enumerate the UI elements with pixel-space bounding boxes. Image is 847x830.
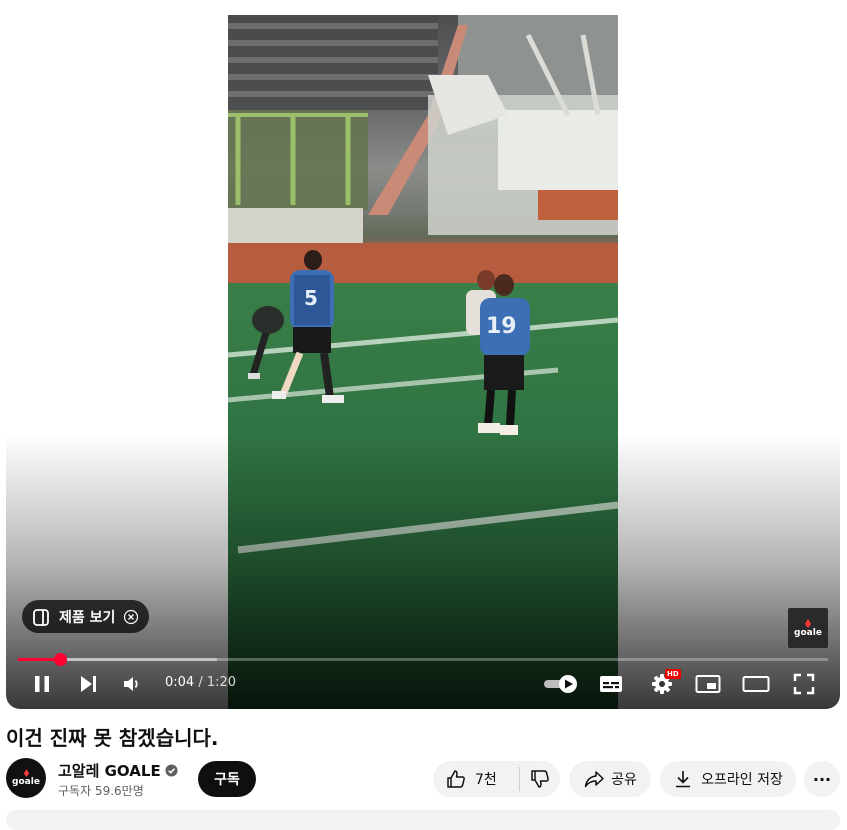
- hd-badge: HD: [665, 669, 681, 679]
- mute-button[interactable]: [120, 672, 144, 696]
- watermark-text: goale: [794, 627, 822, 638]
- like-count: 7천: [475, 772, 497, 788]
- pause-button[interactable]: [30, 672, 54, 696]
- download-label: 오프라인 저장: [701, 772, 783, 788]
- time-total: 1:20: [206, 675, 237, 690]
- channel-name-row[interactable]: 고알레 GOALE: [58, 760, 178, 781]
- next-icon: [81, 676, 96, 692]
- avatar-text: goale: [12, 777, 40, 787]
- subscribe-button[interactable]: 구독: [198, 761, 256, 797]
- progress-bar[interactable]: [18, 653, 828, 666]
- like-dislike-group: 7천: [433, 761, 560, 797]
- share-label: 공유: [611, 772, 637, 788]
- video-title: 이건 진짜 못 참겠습니다.: [6, 726, 219, 750]
- pause-icon: [35, 676, 49, 692]
- download-icon: [676, 771, 691, 788]
- autoplay-toggle-icon: [544, 675, 577, 693]
- description-box[interactable]: [6, 810, 840, 830]
- subscriber-count: 구독자 59.6만명: [58, 784, 144, 798]
- more-icon: ···: [812, 769, 832, 789]
- close-chip-icon[interactable]: [123, 609, 139, 625]
- video-player[interactable]: 5 19 제품 보기 goale 0:04 / 1:20 HD: [6, 0, 840, 709]
- channel-avatar[interactable]: goale: [6, 758, 46, 798]
- miniplayer-button[interactable]: [694, 672, 722, 696]
- theater-mode-button[interactable]: [741, 672, 771, 696]
- goale-flame-icon: [23, 769, 29, 777]
- channel-name[interactable]: 고알레 GOALE: [58, 760, 161, 781]
- download-button[interactable]: 오프라인 저장: [660, 761, 796, 797]
- thumbs-up-icon: [447, 770, 465, 788]
- dislike-button[interactable]: [520, 768, 560, 790]
- miniplayer-icon: [695, 675, 721, 693]
- more-actions-button[interactable]: ···: [804, 761, 840, 797]
- jersey-number-19: 19: [486, 314, 517, 339]
- shopping-bag-icon: [33, 608, 49, 626]
- product-chip-label: 제품 보기: [59, 609, 116, 626]
- captions-button[interactable]: [597, 672, 625, 696]
- goale-flame-icon: [805, 618, 811, 628]
- controls-gradient: [6, 434, 840, 709]
- time-display: 0:04 / 1:20: [165, 675, 236, 690]
- volume-icon: [124, 677, 138, 691]
- jersey-number-5: 5: [304, 286, 318, 310]
- share-arrow-icon: [584, 771, 604, 788]
- captions-icon: [600, 676, 622, 692]
- time-current: 0:04: [165, 675, 195, 690]
- channel-watermark[interactable]: goale: [788, 608, 828, 648]
- thumbs-down-icon: [531, 770, 549, 788]
- fullscreen-icon: [793, 673, 815, 695]
- autoplay-toggle[interactable]: [542, 672, 580, 696]
- share-button[interactable]: 공유: [569, 761, 651, 797]
- settings-button[interactable]: HD: [647, 669, 681, 697]
- time-separator: /: [194, 675, 207, 690]
- product-view-chip[interactable]: 제품 보기: [22, 600, 150, 633]
- theater-mode-icon: [742, 676, 770, 692]
- next-button[interactable]: [76, 672, 100, 696]
- like-button[interactable]: 7천: [433, 768, 507, 790]
- verified-check-icon: [165, 764, 178, 777]
- fullscreen-button[interactable]: [791, 672, 817, 696]
